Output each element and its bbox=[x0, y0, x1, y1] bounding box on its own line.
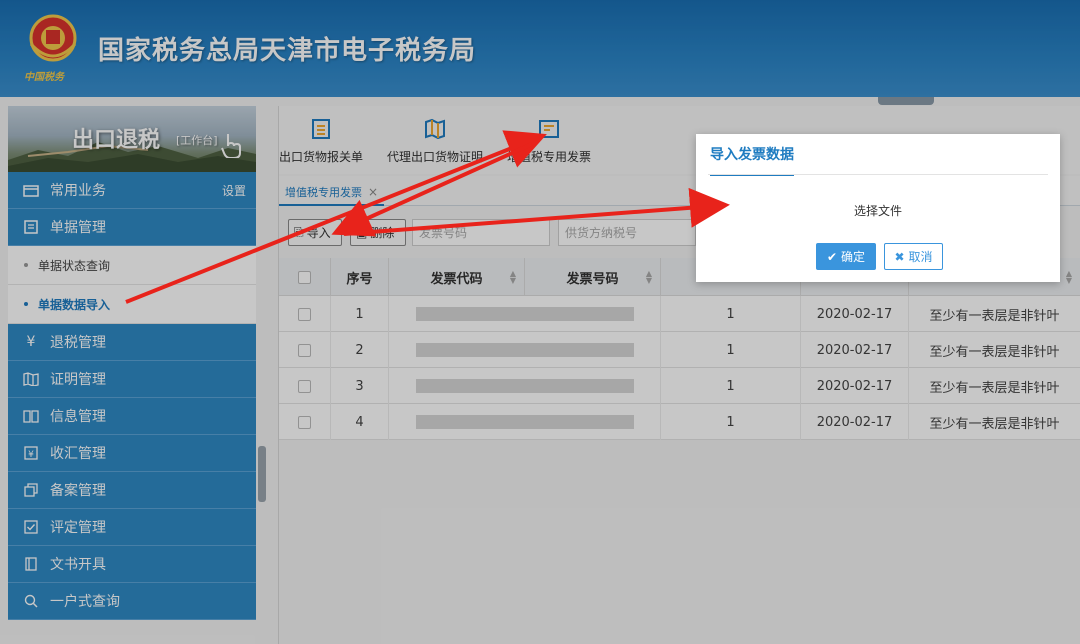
check-icon: ✔ bbox=[826, 249, 838, 264]
modal-overlay bbox=[0, 0, 1080, 644]
divider bbox=[708, 174, 1048, 175]
confirm-button[interactable]: ✔ 确定 bbox=[816, 243, 876, 270]
dialog-title: 导入发票数据 bbox=[710, 144, 794, 176]
import-invoice-dialog: 导入发票数据 选择文件 ✔ 确定 ✖ 取消 bbox=[696, 134, 1060, 282]
confirm-label: 确定 bbox=[841, 250, 866, 264]
choose-file-button[interactable]: 选择文件 bbox=[696, 202, 1060, 219]
close-icon: ✖ bbox=[894, 249, 905, 264]
cancel-button[interactable]: ✖ 取消 bbox=[884, 243, 943, 270]
cancel-label: 取消 bbox=[908, 250, 933, 264]
